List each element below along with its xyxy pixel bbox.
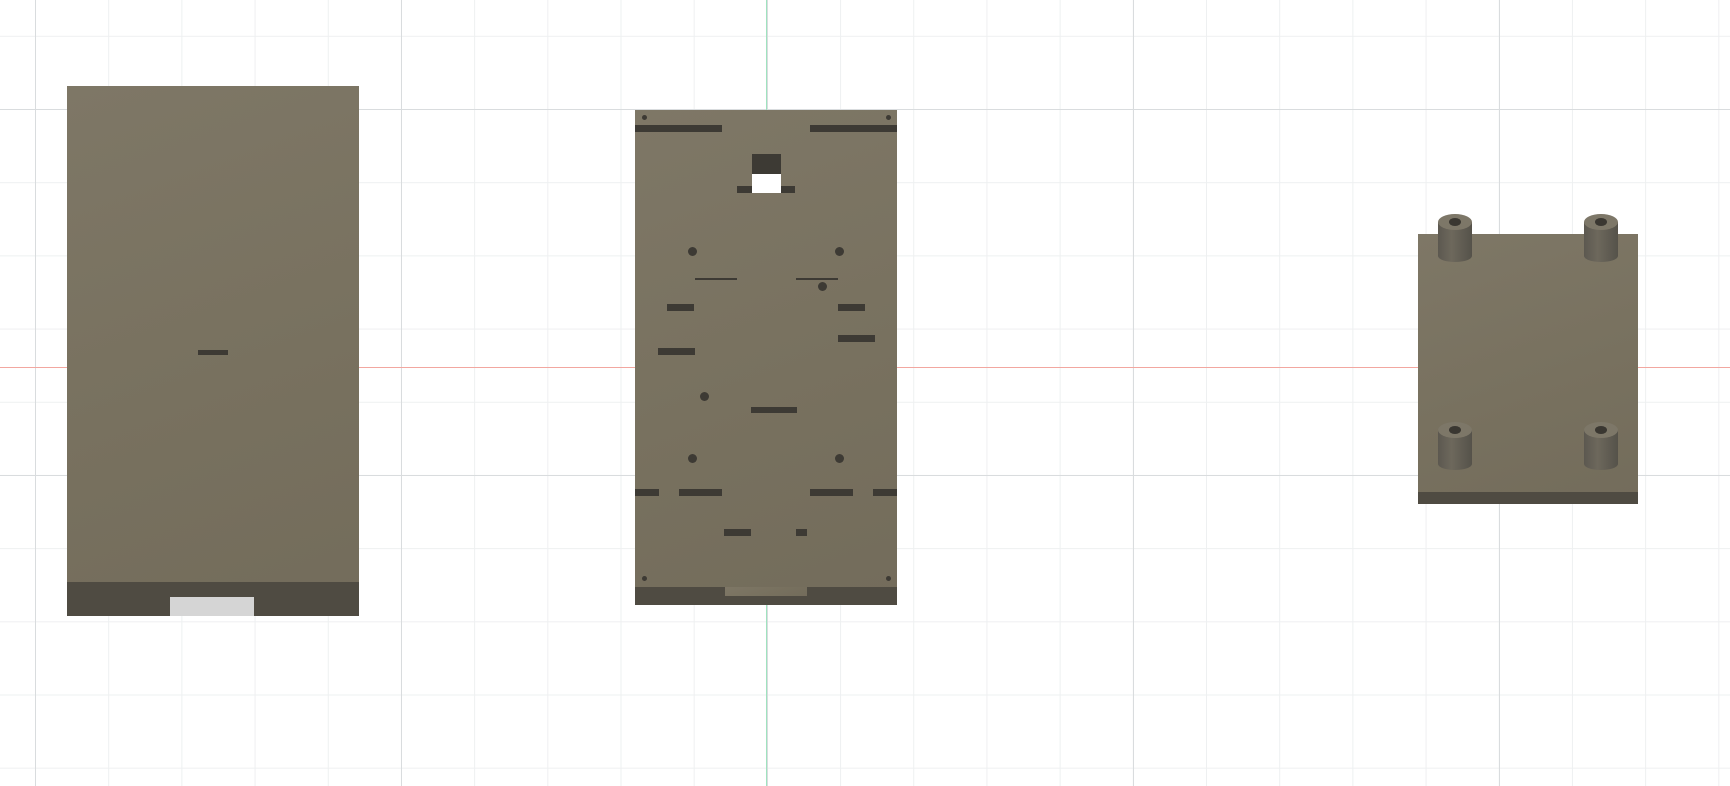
mount-hole-4: [700, 392, 709, 401]
slot-right-1: [838, 304, 865, 311]
top-right-rail: [810, 125, 897, 132]
mount-hole-3: [818, 282, 827, 291]
base-plate-part[interactable]: [635, 110, 897, 605]
corner-hole-top-right: [886, 115, 891, 120]
slot-lower-left: [724, 529, 751, 536]
corner-hole-bottom-left: [642, 576, 647, 581]
lid-panel-part[interactable]: [67, 86, 359, 616]
connector-window: [752, 174, 781, 193]
corner-hole-top-left: [642, 115, 647, 120]
3d-viewport-canvas[interactable]: [0, 0, 1730, 786]
corner-hole-bottom-right: [886, 576, 891, 581]
slot-center: [751, 407, 797, 413]
slot-bottom-4: [873, 489, 897, 496]
mount-hole-1: [688, 247, 697, 256]
slot-left-2: [658, 348, 695, 355]
standoff-plate-bottom-edge: [1418, 492, 1638, 504]
slot-right-2: [838, 335, 875, 342]
base-plate-bottom-tab: [725, 587, 807, 596]
connector-block: [752, 154, 781, 174]
slot-bottom-3: [810, 489, 853, 496]
top-left-rail: [635, 125, 722, 132]
thin-line-right: [796, 278, 838, 280]
thin-line-left: [695, 278, 737, 280]
standoff-boss-top-right[interactable]: [1584, 214, 1618, 262]
lid-panel-notch: [170, 597, 254, 616]
mount-hole-2: [835, 247, 844, 256]
slot-left-1: [667, 304, 694, 311]
standoff-boss-bottom-left[interactable]: [1438, 422, 1472, 470]
mount-hole-5: [688, 454, 697, 463]
mount-hole-6: [835, 454, 844, 463]
slot-bottom-1: [635, 489, 659, 496]
lid-panel-center-slot: [198, 350, 228, 355]
slot-bottom-2: [679, 489, 722, 496]
slot-lower-right: [796, 529, 807, 536]
standoff-boss-bottom-right[interactable]: [1584, 422, 1618, 470]
standoff-boss-top-left[interactable]: [1438, 214, 1472, 262]
